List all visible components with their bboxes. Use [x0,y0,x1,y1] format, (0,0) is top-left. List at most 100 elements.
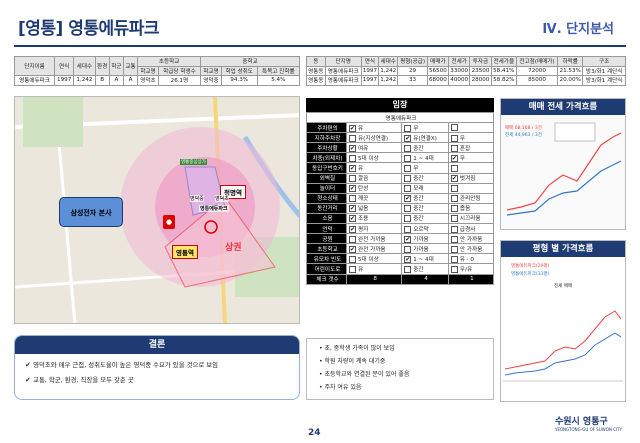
location-map[interactable]: 삼성전자 본사 청명역 영통역 상권 영통에듀파크 영덕중 영덕초 영통중심상가… [14,96,300,324]
map-canvas [15,97,299,323]
checkbox[interactable] [404,175,412,183]
samsung-hq-label: 삼성전자 본사 [59,197,123,227]
checkbox[interactable]: ✔ [450,154,458,162]
checkbox[interactable]: ✔ [349,165,356,173]
td: 1,242 [378,75,399,86]
checkbox[interactable] [450,225,458,233]
th: 동 [306,56,326,67]
checkbox[interactable] [349,235,356,243]
checkbox[interactable] [349,175,356,183]
site-visit-table: 영통에듀파크 주차편의 ✔ 유 무 지하주차장 유(지상연결) ✔ 유(연결X) 무 주차상황 ✔ 여… [306,111,495,285]
checkbox[interactable] [450,124,458,132]
site-visit-panel: 임장 영통에듀파크 주차편의 ✔ 유 무 지하주차장 유(지상연결) ✔ 유(연결X) 무 주차상… [306,98,495,333]
checkbox[interactable] [404,205,412,213]
checkbox[interactable] [404,245,412,253]
checkbox[interactable] [404,185,412,193]
checkbox[interactable]: ✔ [349,205,356,213]
td: A [108,75,124,86]
site-option: 급경사 [447,223,495,235]
td: 1,242 [73,75,96,86]
site-option-label: 완전 가까움 [358,236,386,243]
checkbox[interactable] [404,265,412,273]
count-value: 1 [447,273,495,285]
checkbox[interactable] [450,255,458,263]
td: 58.82% [490,75,517,86]
checkbox[interactable]: ✔ [404,255,412,263]
checkbox[interactable]: ✔ [450,175,458,183]
checkbox[interactable] [450,164,458,172]
checkbox[interactable]: ✔ [349,225,356,233]
td: A [122,75,139,86]
site-option-label: 무 [413,166,419,173]
checkbox[interactable] [349,154,356,162]
checkbox[interactable] [450,144,458,152]
checkbox[interactable] [404,154,412,162]
checkbox[interactable] [404,215,412,223]
checkbox[interactable] [349,134,356,142]
checkbox[interactable] [404,165,412,173]
td: 58.41% [490,65,517,76]
checkbox[interactable] [450,195,458,203]
site-option: 좁음 [447,202,495,214]
count-label: 체크 갯수 [306,273,347,285]
site-complex-name: 영통에듀파크 [306,111,494,124]
td: 33 [397,75,428,86]
site-row-label: 유모차 빈도 [306,253,347,265]
checkbox[interactable]: ✔ [404,134,412,142]
checkbox[interactable] [349,195,356,203]
site-row-label: 초등학교 [306,243,347,255]
checkbox[interactable] [450,265,458,273]
checkbox[interactable] [404,144,412,152]
site-option-label: 안 가까움 [459,236,483,243]
site-option-label: 무 [459,135,466,142]
checkbox[interactable] [349,255,356,263]
count-value: 8 [345,273,403,285]
checkbox[interactable]: ✔ [349,144,356,152]
th: 단지명 [324,56,362,67]
checkbox[interactable] [450,235,458,243]
site-option-label: 관리안됨 [459,196,481,203]
td: 1997 [360,75,380,86]
site-row-label: 주차상황 [306,142,347,154]
td: 85000 [515,75,559,86]
size-trend-panel: 평형 별 가격흐름 영통에듀파크(29평) 영통에듀파크(33평) 전세 매매 [500,240,626,402]
site-row-label: 외벽칠 [306,172,347,184]
th: 연식 [360,56,380,67]
site-option-label: 모래 [413,186,424,193]
site-option: 안 가까움 [447,233,495,245]
site-row: 유모차 빈도 5대 이상 ✔ 1 ~ 4대 유 · 0 [306,253,495,265]
price-trend-title: 매매 전세 가격흐름 [501,99,625,115]
th-env: 환경 [94,56,110,76]
site-option: 유 · 0 [447,253,495,265]
site-row-label: 주차편의 [306,122,347,134]
site-option-label: 1 ~ 4대 [413,256,434,263]
map-pin-icon: ● [163,215,175,229]
checkbox[interactable]: ✔ [404,235,412,243]
checkbox[interactable]: ✔ [404,195,412,203]
td: 영통에듀파크 [324,65,362,76]
checkbox[interactable] [404,225,412,233]
checkbox[interactable] [450,205,458,213]
checkbox[interactable] [450,184,458,192]
station-yeongtong-label: 영통역 [172,245,198,259]
site-option: ✔ 유(연결X) [401,132,449,144]
site-option-label: 평지 [358,226,369,233]
checkbox[interactable]: ✔ [349,185,356,193]
page-footer: 24 수원시 영통구 YEONGTONG-GU OF SUWON CITY [0,410,640,443]
th-traffic: 교통 [122,56,139,76]
checkbox[interactable]: ✔ [349,215,356,223]
checkbox[interactable] [450,134,458,142]
checkbox[interactable]: ✔ [349,245,356,253]
price-table: 동 단지명 연식 세대수 평형(공급) 매매가 전세가 투자금 전세가율 전고점… [306,56,626,86]
site-option: ✔ 완전 가까움 [345,243,403,255]
checkbox[interactable] [450,245,458,253]
checkbox[interactable]: ✔ [349,124,356,132]
site-option: 중간 [401,212,449,225]
site-option-label: 넓음 [358,206,369,213]
checkbox[interactable] [450,215,458,223]
site-option-label: 무 [459,155,466,162]
checkbox[interactable] [349,265,356,273]
td: 방3/화1 계단식 [582,65,626,76]
checkbox[interactable] [404,124,412,132]
site-option-label: 깔끔 [358,176,369,183]
